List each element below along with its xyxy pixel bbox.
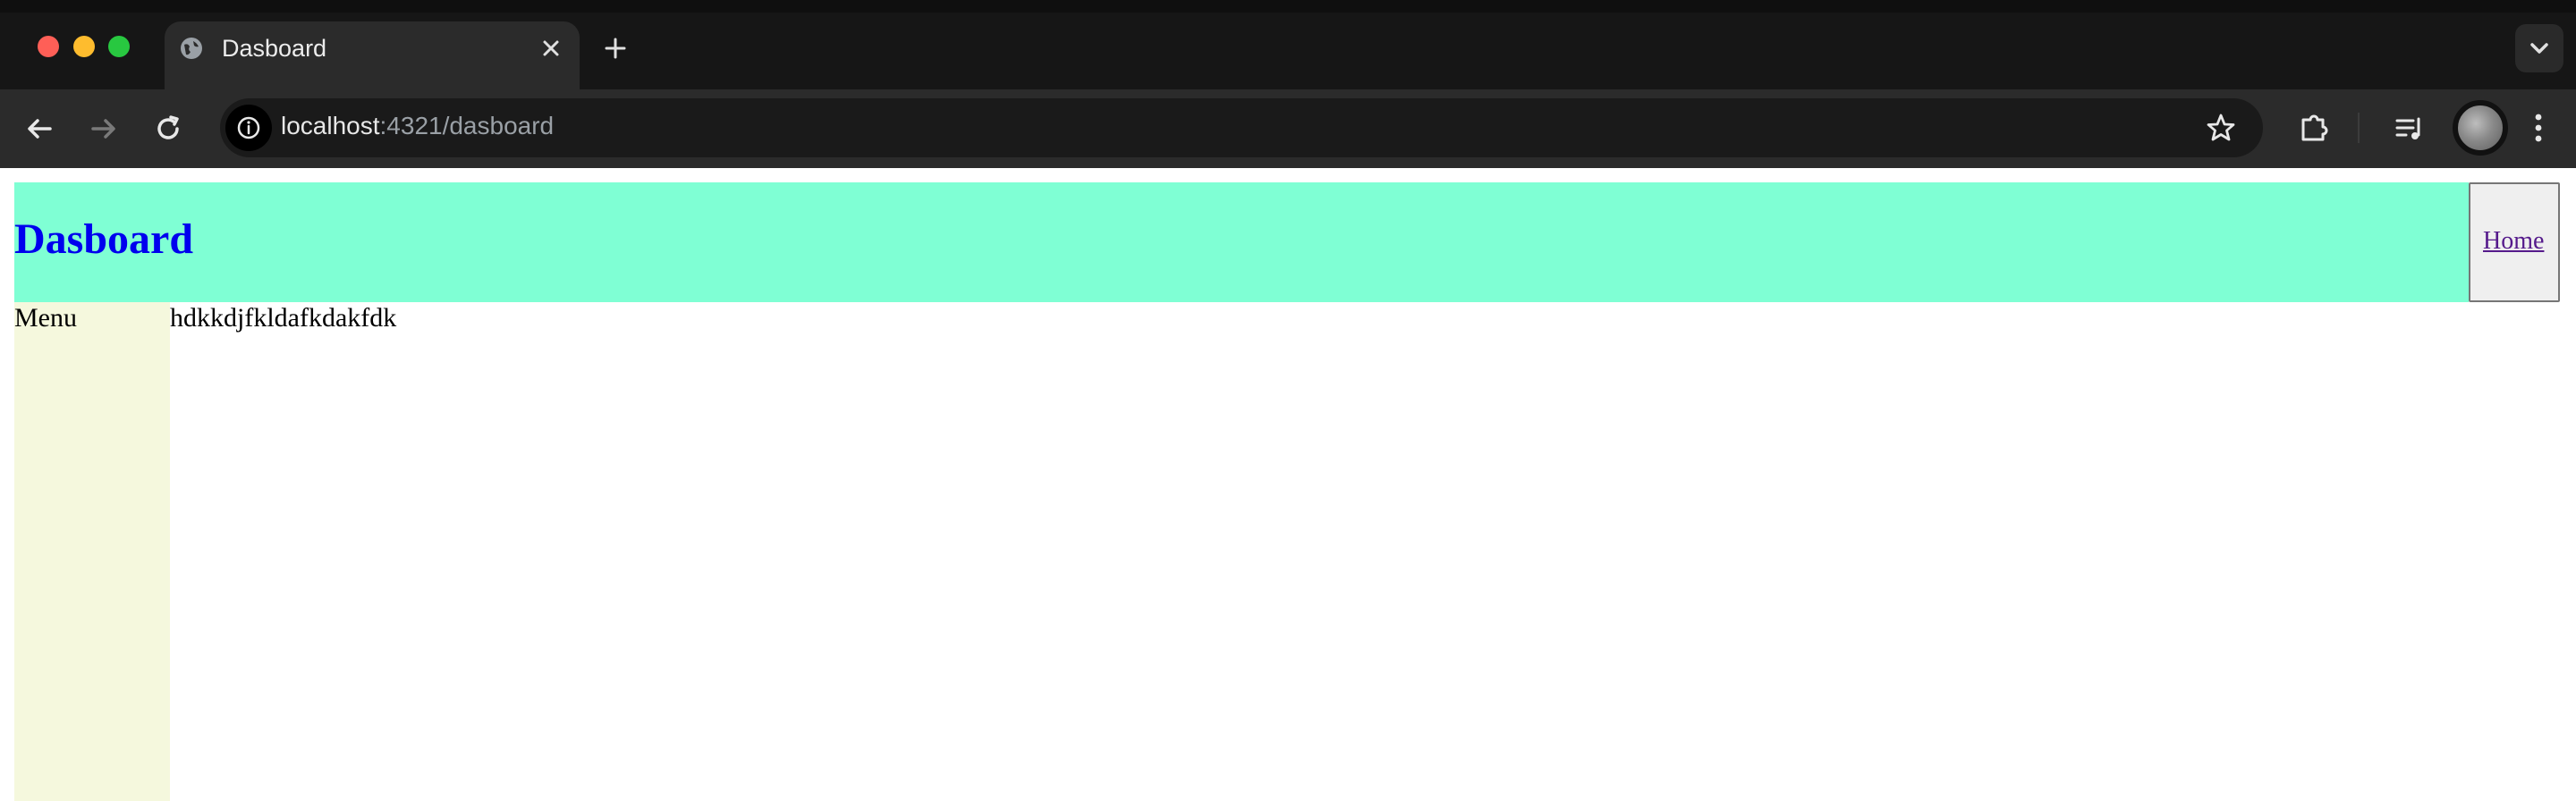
info-icon (237, 116, 260, 139)
minimize-window-button[interactable] (73, 36, 95, 57)
puzzle-icon[interactable] (2295, 109, 2333, 147)
page-viewport: Dasboard Home Menu hdkkdjfkldafkdakfdk (0, 168, 2576, 801)
plus-icon[interactable] (601, 34, 630, 63)
star-icon[interactable] (2204, 111, 2238, 145)
close-window-button[interactable] (38, 36, 59, 57)
site-info-button[interactable] (225, 105, 272, 151)
arrow-right-icon[interactable] (86, 111, 122, 147)
sidebar-menu-label: Menu (14, 303, 77, 333)
sidebar (14, 302, 170, 801)
url-path: :4321/dasboard (379, 112, 555, 139)
page-title: Dasboard (14, 215, 194, 263)
reload-icon[interactable] (150, 111, 186, 147)
toolbar-divider (2358, 113, 2360, 143)
page-header (14, 182, 2469, 302)
close-icon[interactable] (538, 36, 564, 61)
avatar[interactable] (2453, 100, 2508, 156)
globe-icon (181, 38, 202, 59)
main-content-text: hdkkdjfkldafkdakfdk (170, 303, 397, 333)
url-host: localhost (281, 112, 380, 139)
maximize-window-button[interactable] (108, 36, 130, 57)
tab-title: Dasboard (222, 35, 327, 62)
url-text[interactable]: localhost:4321/dasboard (281, 111, 554, 141)
media-control-icon[interactable] (2392, 111, 2428, 147)
home-link[interactable]: Home (2483, 227, 2544, 256)
tab-search-button[interactable] (2515, 24, 2563, 72)
chevron-down-icon (2530, 43, 2548, 54)
window-top-edge (0, 0, 2576, 13)
kebab-menu-icon[interactable] (2521, 109, 2556, 147)
arrow-left-icon[interactable] (21, 111, 57, 147)
browser-chrome: Dasboard localhost:4321/dasboard (0, 0, 2576, 168)
